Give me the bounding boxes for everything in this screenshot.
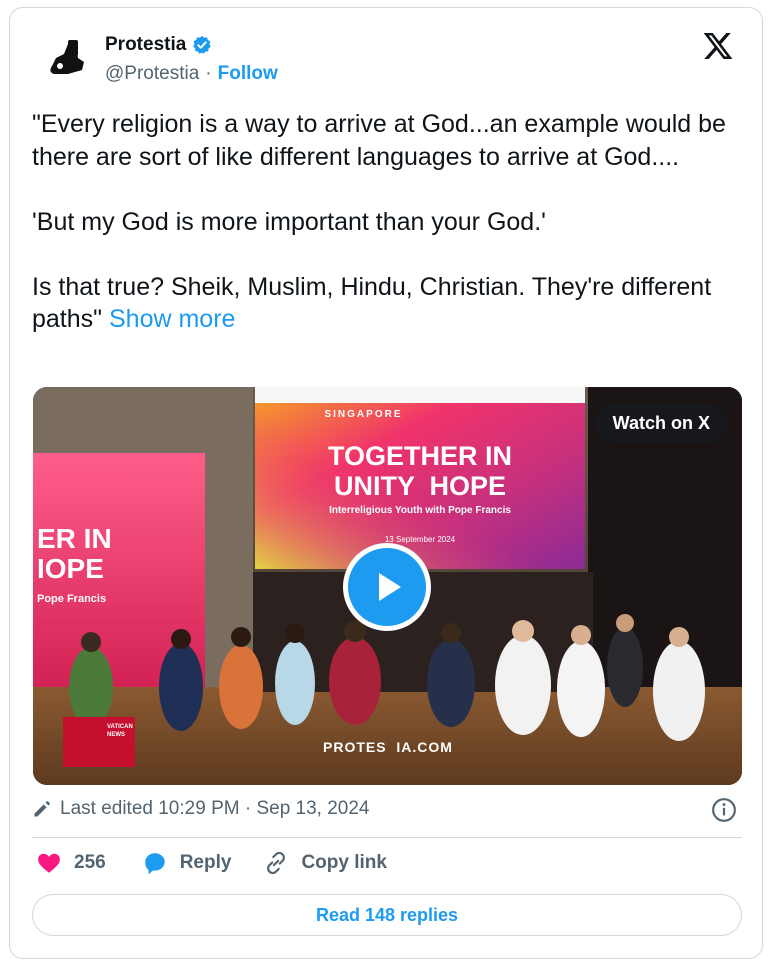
heart-icon: [38, 853, 60, 873]
handle-separator: ·: [205, 63, 212, 84]
side-banner-line2: IOPE: [37, 553, 104, 584]
watermark-text: PROTES IA.COM: [323, 739, 453, 755]
reply-bubble-icon: [144, 853, 165, 875]
link-icon: [267, 851, 286, 875]
last-edited-text[interactable]: Last edited 10:29 PM · Sep 13, 2024: [60, 798, 370, 820]
video-player[interactable]: SINGAPORE TOGETHER IN UNITY HOPE Interre…: [33, 387, 742, 785]
protestia-logo-icon: [39, 33, 93, 87]
follow-button[interactable]: Follow: [218, 63, 278, 85]
reply-button[interactable]: Reply: [142, 850, 232, 876]
screen-banner-line1: TOGETHER IN: [327, 441, 513, 471]
like-count: 256: [74, 852, 106, 873]
pencil-icon: [34, 801, 50, 817]
divider: [32, 837, 742, 838]
verified-badge-icon: [193, 35, 212, 54]
watch-on-x-button[interactable]: Watch on X: [594, 404, 728, 443]
edited-info: Last edited 10:29 PM · Sep 13, 2024: [32, 798, 370, 820]
author-handle[interactable]: @Protestia: [105, 63, 199, 85]
reply-label: Reply: [179, 852, 232, 873]
screen-banner-subtitle: Interreligious Youth with Pope Francis: [329, 505, 511, 516]
play-icon: [379, 573, 401, 601]
read-replies-button[interactable]: Read 148 replies: [32, 894, 742, 936]
copy-link-button[interactable]: Copy link: [263, 850, 387, 876]
like-button[interactable]: 256: [36, 850, 106, 876]
tweet-body: "Every religion is a way to arrive at Go…: [32, 108, 732, 336]
side-banner-subtitle: Pope Francis: [37, 593, 107, 605]
play-button[interactable]: [343, 543, 431, 631]
copy-link-label: Copy link: [301, 852, 387, 873]
tweet-text: "Every religion is a way to arrive at Go…: [32, 110, 726, 333]
info-icon[interactable]: [711, 797, 737, 823]
vatican-news-logo: VATICAN NEWS: [107, 724, 133, 738]
screen-banner-line2: UNITY HOPE: [333, 471, 507, 501]
tweet-card: Protestia @Protestia · Follow "Every rel…: [9, 7, 763, 959]
author-name[interactable]: Protestia: [105, 34, 186, 56]
screen-banner-date: 13 September 2024: [384, 535, 456, 544]
show-more-link[interactable]: Show more: [109, 305, 235, 333]
side-banner-line1: ER IN: [37, 523, 112, 554]
x-logo-icon[interactable]: [702, 30, 734, 62]
action-bar: 256 Reply Copy link: [36, 850, 387, 876]
author-avatar[interactable]: [38, 32, 94, 88]
